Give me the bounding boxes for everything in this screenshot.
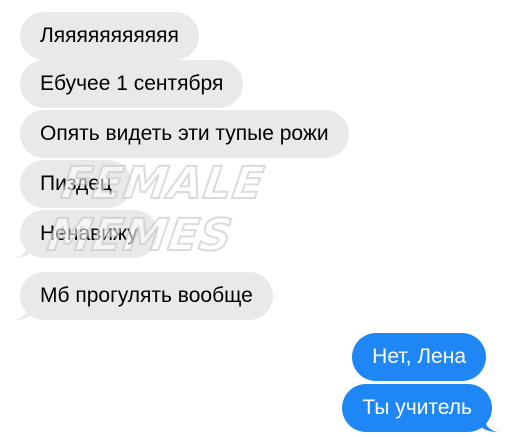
message-bubble-incoming[interactable]: Ебучее 1 сентября	[20, 60, 244, 108]
message-bubble-outgoing[interactable]: Ты учитель	[342, 384, 498, 432]
bubble-tail-icon	[14, 302, 32, 320]
message-bubble-incoming[interactable]: Ляяяяяяяяяяя	[20, 12, 199, 60]
message-text: Мб прогулять вообще	[40, 284, 253, 307]
message-text: Ненавижу	[40, 222, 138, 245]
message-text: Нет, Лена	[372, 345, 466, 368]
message-text: Ляяяяяяяяяяя	[40, 24, 179, 47]
message-bubble-incoming[interactable]: Ненавижу	[14, 210, 158, 258]
message-bubble-incoming[interactable]: Пиздец	[20, 160, 132, 208]
message-text: Ебучее 1 сентября	[40, 72, 224, 95]
message-text: Ты учитель	[362, 396, 472, 419]
message-bubble-incoming[interactable]: Мб прогулять вообще	[14, 272, 273, 320]
message-bubble-incoming[interactable]: Опять видеть эти тупые рожи	[20, 110, 349, 158]
message-text: Пиздец	[40, 172, 112, 195]
bubble-tail-icon	[14, 240, 32, 258]
bubble-tail-icon	[480, 414, 498, 432]
message-bubble-outgoing[interactable]: Нет, Лена	[352, 333, 486, 381]
message-text: Опять видеть эти тупые рожи	[40, 122, 329, 145]
